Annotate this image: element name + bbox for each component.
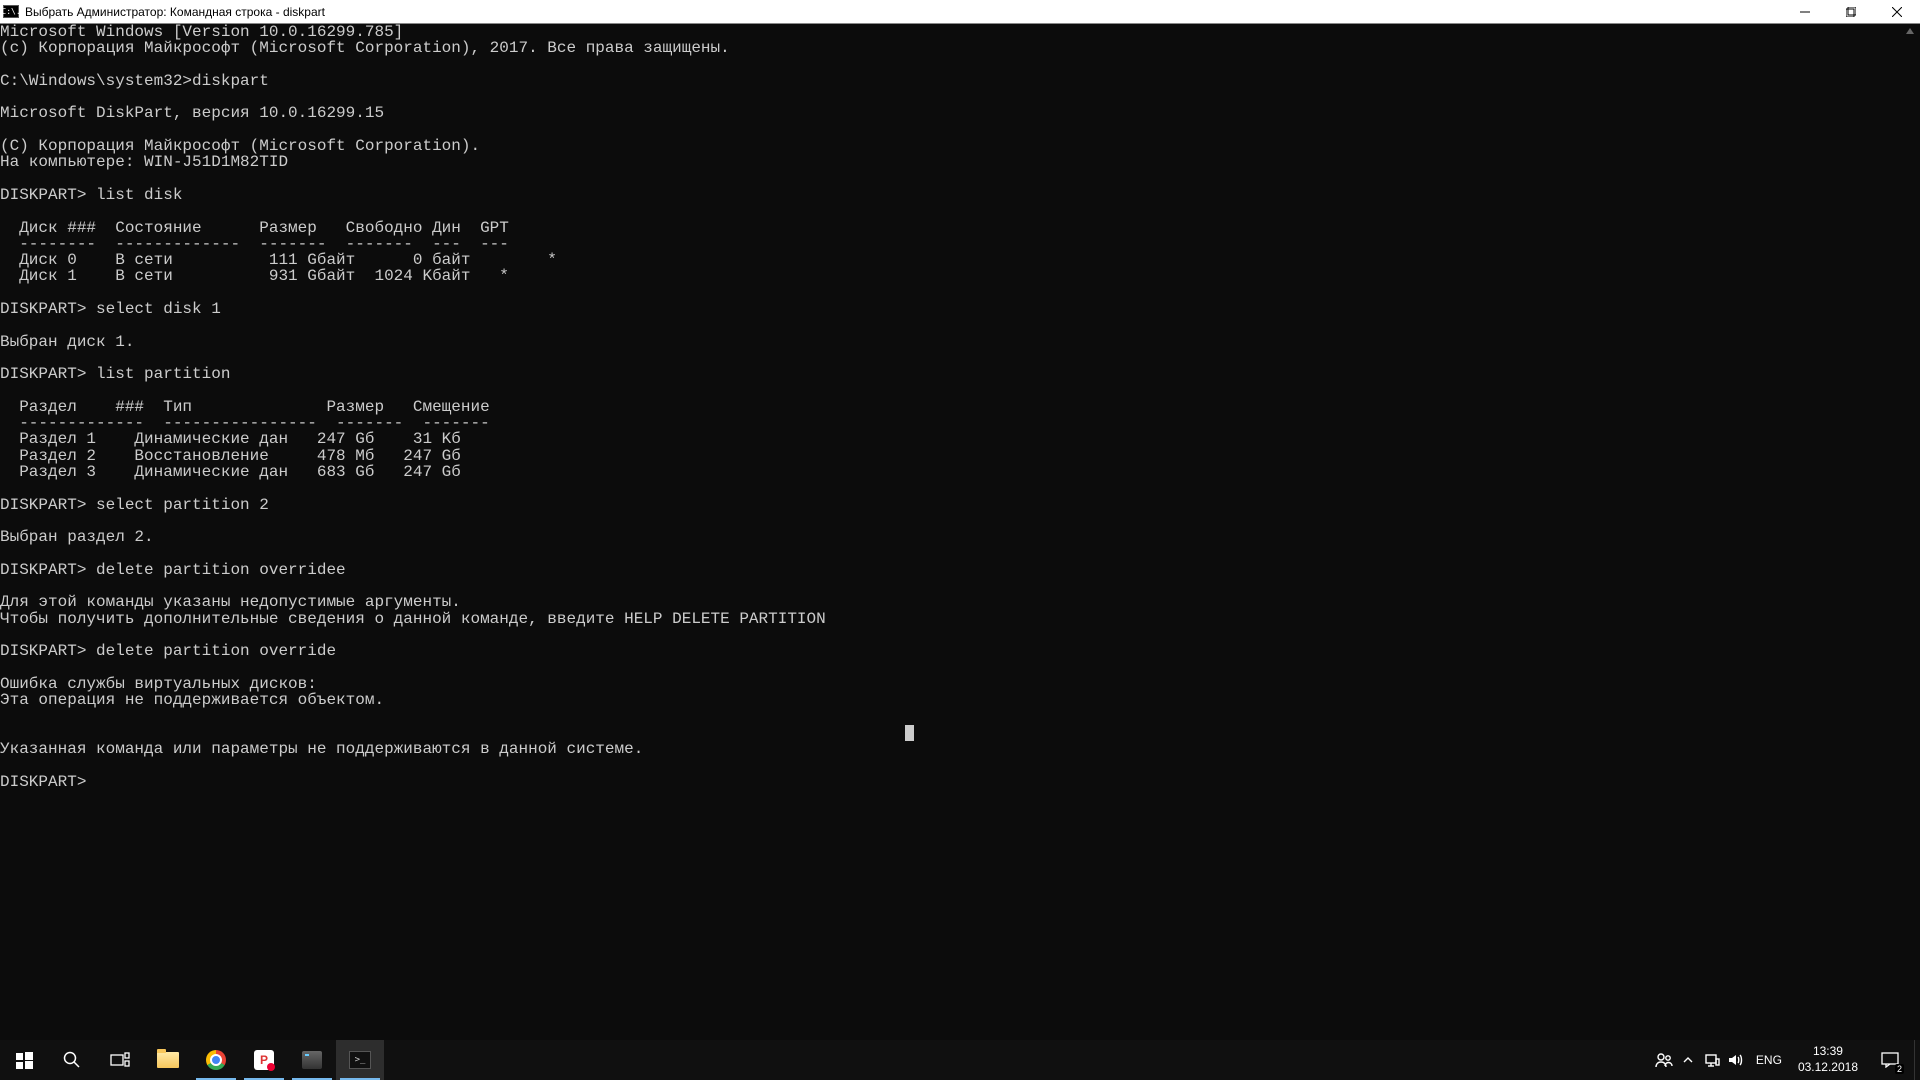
taskbar: Р >_ ENG 13:39 03.12.2018 2 (0, 1040, 1920, 1080)
action-center-button[interactable]: 2 (1866, 1040, 1914, 1080)
terminal-area[interactable]: Microsoft Windows [Version 10.0.16299.78… (0, 24, 1920, 1080)
taskbar-right: ENG 13:39 03.12.2018 2 (1652, 1040, 1920, 1080)
notification-count: 2 (1895, 1064, 1904, 1074)
close-button[interactable] (1874, 0, 1920, 24)
clock[interactable]: 13:39 03.12.2018 (1790, 1044, 1866, 1075)
task-view-button[interactable] (96, 1040, 144, 1080)
text-cursor (905, 725, 914, 741)
server-manager-button[interactable] (288, 1040, 336, 1080)
cmd-window: C:\. Выбрать Администратор: Командная ст… (0, 0, 1920, 1080)
taskbar-left: Р >_ (0, 1040, 384, 1080)
server-icon (302, 1051, 322, 1069)
people-button[interactable] (1652, 1040, 1676, 1080)
volume-icon[interactable] (1724, 1040, 1748, 1080)
cmd-icon: >_ (349, 1051, 371, 1069)
titlebar: C:\. Выбрать Администратор: Командная ст… (0, 0, 1920, 24)
chrome-icon (206, 1050, 226, 1070)
show-desktop-button[interactable] (1914, 1040, 1920, 1080)
tray-expand-button[interactable] (1676, 1040, 1700, 1080)
chrome-button[interactable] (192, 1040, 240, 1080)
maximize-button[interactable] (1828, 0, 1874, 24)
titlebar-left: C:\. Выбрать Администратор: Командная ст… (0, 5, 325, 19)
language-indicator[interactable]: ENG (1748, 1053, 1790, 1067)
window-title: Выбрать Администратор: Командная строка … (25, 5, 325, 19)
file-explorer-button[interactable] (144, 1040, 192, 1080)
clock-date: 03.12.2018 (1798, 1060, 1858, 1076)
cmd-app-icon: C:\. (3, 5, 19, 18)
folder-icon (157, 1052, 179, 1068)
network-icon[interactable] (1700, 1040, 1724, 1080)
window-controls (1782, 0, 1920, 24)
start-button[interactable] (0, 1040, 48, 1080)
scroll-up-icon[interactable] (1903, 24, 1917, 38)
punto-icon: Р (254, 1050, 274, 1070)
terminal-output: Microsoft Windows [Version 10.0.16299.78… (0, 24, 826, 790)
cmd-taskbar-button[interactable]: >_ (336, 1040, 384, 1080)
search-button[interactable] (48, 1040, 96, 1080)
minimize-button[interactable] (1782, 0, 1828, 24)
clock-time: 13:39 (1798, 1044, 1858, 1060)
punto-switcher-button[interactable]: Р (240, 1040, 288, 1080)
